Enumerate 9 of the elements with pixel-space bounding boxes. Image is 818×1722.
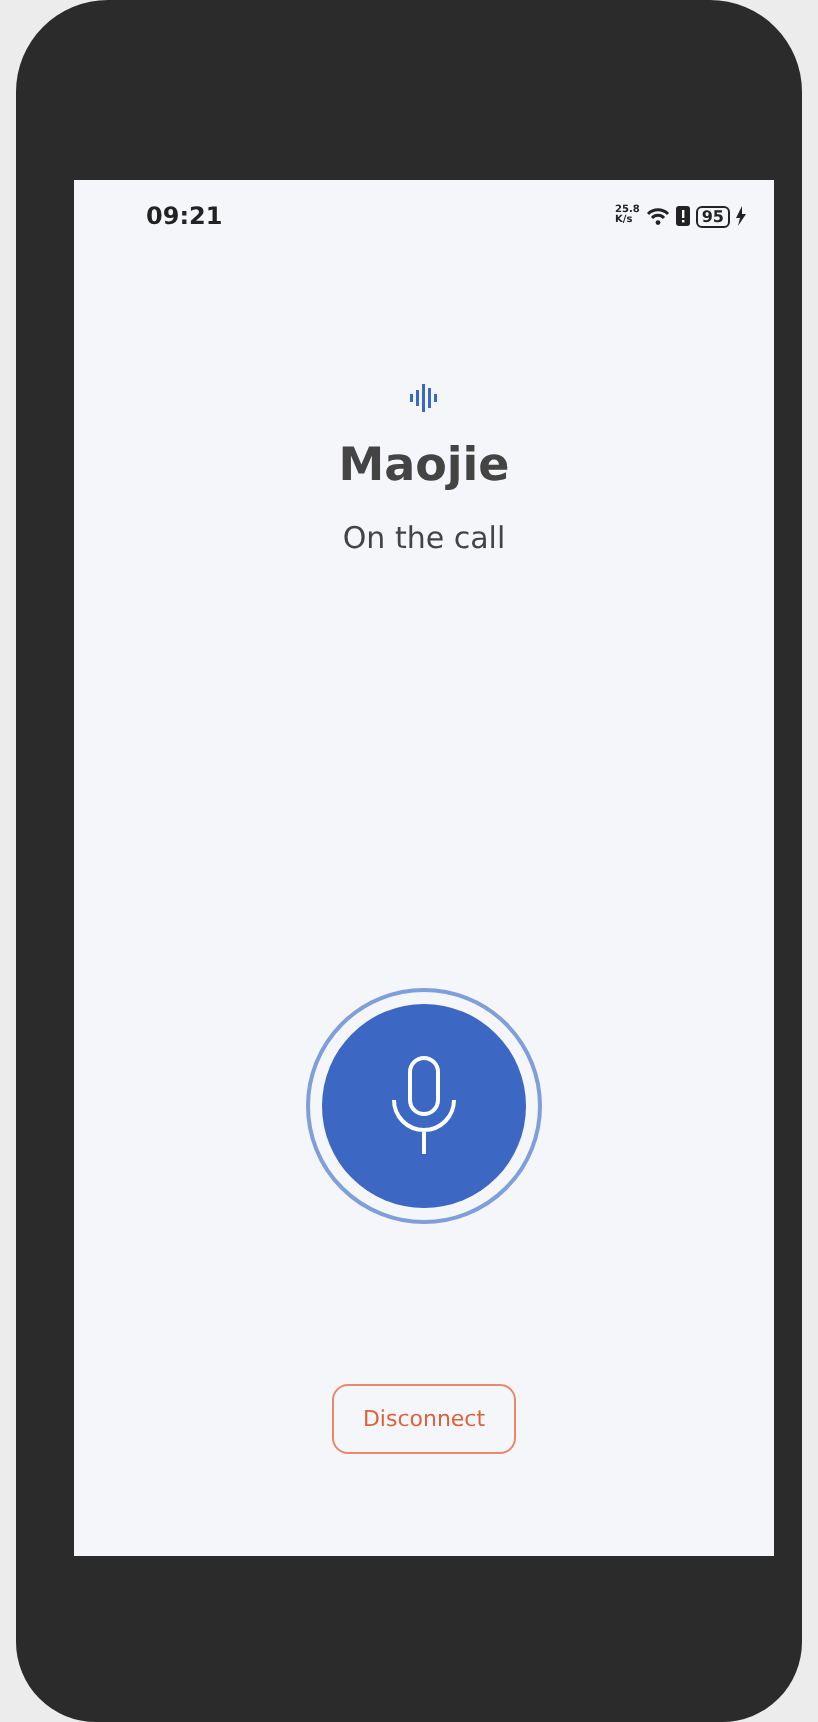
wifi-icon [645, 206, 670, 226]
battery-level: 95 [695, 205, 730, 227]
call-status: On the call [342, 520, 506, 556]
sound-wave-icon [408, 384, 440, 412]
alert-icon [675, 206, 690, 226]
disconnect-button[interactable]: Disconnect [332, 1384, 516, 1454]
caller-name: Maojie [338, 440, 510, 492]
status-time: 09:21 [146, 202, 223, 230]
microphone-icon [390, 1056, 458, 1156]
